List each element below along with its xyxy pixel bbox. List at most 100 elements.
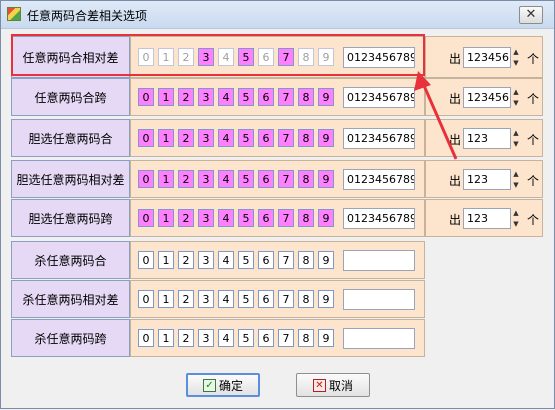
digit-toggle-7[interactable]: 7 xyxy=(278,290,294,308)
digit-toggle-4[interactable]: 4 xyxy=(218,329,234,347)
digit-toggle-4[interactable]: 4 xyxy=(218,209,234,227)
count-spinner[interactable]: ▲ ▼ xyxy=(511,87,521,108)
spin-down-icon[interactable]: ▼ xyxy=(511,139,521,149)
spin-up-icon[interactable]: ▲ xyxy=(511,169,521,179)
close-button[interactable]: ✕ xyxy=(519,6,543,24)
digit-toggle-2[interactable]: 2 xyxy=(178,251,194,269)
count-input[interactable]: 123 xyxy=(463,128,511,149)
digit-toggle-3[interactable]: 3 xyxy=(198,209,214,227)
digit-toggle-7[interactable]: 7 xyxy=(278,209,294,227)
digit-toggle-9[interactable]: 9 xyxy=(318,88,334,106)
selected-digits-field[interactable]: 0123456789 xyxy=(343,208,415,229)
digit-toggle-8[interactable]: 8 xyxy=(298,251,314,269)
digit-toggle-0[interactable]: 0 xyxy=(138,170,154,188)
count-spinner[interactable]: ▲ ▼ xyxy=(511,128,521,149)
count-spinner[interactable]: ▲ ▼ xyxy=(511,208,521,229)
digit-toggle-8[interactable]: 8 xyxy=(298,209,314,227)
count-input[interactable]: 123456 xyxy=(463,87,511,108)
digit-toggle-5[interactable]: 5 xyxy=(238,251,254,269)
cancel-button[interactable]: ✕ 取消 xyxy=(296,373,370,397)
digit-toggle-8[interactable]: 8 xyxy=(298,329,314,347)
selected-digits-field[interactable]: 0123456789 xyxy=(343,128,415,149)
digit-toggle-0[interactable]: 0 xyxy=(138,209,154,227)
digit-toggle-5[interactable]: 5 xyxy=(238,170,254,188)
digit-toggle-0[interactable]: 0 xyxy=(138,129,154,147)
digit-toggle-5[interactable]: 5 xyxy=(238,329,254,347)
count-input[interactable]: 123456 xyxy=(463,47,511,68)
spin-up-icon[interactable]: ▲ xyxy=(511,128,521,138)
digit-toggle-5[interactable]: 5 xyxy=(238,129,254,147)
count-spinner[interactable]: ▲ ▼ xyxy=(511,47,521,68)
digit-toggle-3[interactable]: 3 xyxy=(198,251,214,269)
spin-down-icon[interactable]: ▼ xyxy=(511,58,521,68)
digit-toggle-9[interactable]: 9 xyxy=(318,209,334,227)
digit-toggle-8[interactable]: 8 xyxy=(298,290,314,308)
digit-toggle-4[interactable]: 4 xyxy=(218,129,234,147)
digit-toggle-9[interactable]: 9 xyxy=(318,251,334,269)
selected-digits-field[interactable] xyxy=(343,289,415,310)
count-input[interactable]: 123 xyxy=(463,208,511,229)
digit-toggle-0[interactable]: 0 xyxy=(138,290,154,308)
selected-digits-field[interactable]: 0123456789 xyxy=(343,87,415,108)
digit-toggle-7[interactable]: 7 xyxy=(278,329,294,347)
digit-toggle-6[interactable]: 6 xyxy=(258,170,274,188)
digit-toggle-4[interactable]: 4 xyxy=(218,251,234,269)
selected-digits-field[interactable] xyxy=(343,250,415,271)
digit-toggle-4[interactable]: 4 xyxy=(218,170,234,188)
digit-toggle-1[interactable]: 1 xyxy=(158,290,174,308)
digit-toggle-9[interactable]: 9 xyxy=(318,170,334,188)
digit-toggle-5[interactable]: 5 xyxy=(238,290,254,308)
digit-toggle-6[interactable]: 6 xyxy=(258,329,274,347)
digit-toggle-1[interactable]: 1 xyxy=(158,209,174,227)
digit-toggle-6[interactable]: 6 xyxy=(258,290,274,308)
count-spinner[interactable]: ▲ ▼ xyxy=(511,169,521,190)
digit-toggle-6[interactable]: 6 xyxy=(258,209,274,227)
digit-toggle-7[interactable]: 7 xyxy=(278,88,294,106)
digit-toggle-7[interactable]: 7 xyxy=(278,129,294,147)
digit-toggle-2[interactable]: 2 xyxy=(178,170,194,188)
digit-toggle-5[interactable]: 5 xyxy=(238,209,254,227)
digit-toggle-7[interactable]: 7 xyxy=(278,170,294,188)
spin-up-icon[interactable]: ▲ xyxy=(511,87,521,97)
digit-toggle-4[interactable]: 4 xyxy=(218,88,234,106)
digit-toggle-6[interactable]: 6 xyxy=(258,88,274,106)
digit-toggle-5[interactable]: 5 xyxy=(238,88,254,106)
digit-toggle-3[interactable]: 3 xyxy=(198,329,214,347)
digit-toggle-3[interactable]: 3 xyxy=(198,170,214,188)
digit-toggle-3[interactable]: 3 xyxy=(198,290,214,308)
digit-toggle-9[interactable]: 9 xyxy=(318,329,334,347)
digit-toggle-8[interactable]: 8 xyxy=(298,170,314,188)
digit-toggle-6[interactable]: 6 xyxy=(258,129,274,147)
selected-digits-field[interactable]: 0123456789 xyxy=(343,169,415,190)
digit-toggle-1[interactable]: 1 xyxy=(158,329,174,347)
digit-toggle-1[interactable]: 1 xyxy=(158,129,174,147)
selected-digits-field[interactable] xyxy=(343,328,415,349)
digit-toggle-0[interactable]: 0 xyxy=(138,88,154,106)
digit-toggle-8[interactable]: 8 xyxy=(298,88,314,106)
spin-down-icon[interactable]: ▼ xyxy=(511,219,521,229)
digit-toggle-4[interactable]: 4 xyxy=(218,290,234,308)
count-input[interactable]: 123 xyxy=(463,169,511,190)
digit-toggle-1[interactable]: 1 xyxy=(158,88,174,106)
spin-down-icon[interactable]: ▼ xyxy=(511,98,521,108)
spin-up-icon[interactable]: ▲ xyxy=(511,47,521,57)
digit-toggle-9[interactable]: 9 xyxy=(318,129,334,147)
digit-toggle-9[interactable]: 9 xyxy=(318,290,334,308)
spin-down-icon[interactable]: ▼ xyxy=(511,180,521,190)
digit-toggle-2[interactable]: 2 xyxy=(178,290,194,308)
digit-toggle-2[interactable]: 2 xyxy=(178,209,194,227)
ok-button[interactable]: ✓ 确定 xyxy=(186,373,260,397)
digit-toggle-2[interactable]: 2 xyxy=(178,329,194,347)
digit-toggle-3[interactable]: 3 xyxy=(198,129,214,147)
digit-toggle-0[interactable]: 0 xyxy=(138,329,154,347)
digit-toggle-1[interactable]: 1 xyxy=(158,251,174,269)
digit-toggle-8[interactable]: 8 xyxy=(298,129,314,147)
digit-toggle-6[interactable]: 6 xyxy=(258,251,274,269)
digit-toggle-2[interactable]: 2 xyxy=(178,129,194,147)
digit-toggle-7[interactable]: 7 xyxy=(278,251,294,269)
spin-up-icon[interactable]: ▲ xyxy=(511,208,521,218)
digit-toggle-1[interactable]: 1 xyxy=(158,170,174,188)
digit-toggle-2[interactable]: 2 xyxy=(178,88,194,106)
digit-toggle-0[interactable]: 0 xyxy=(138,251,154,269)
digit-toggle-3[interactable]: 3 xyxy=(198,88,214,106)
